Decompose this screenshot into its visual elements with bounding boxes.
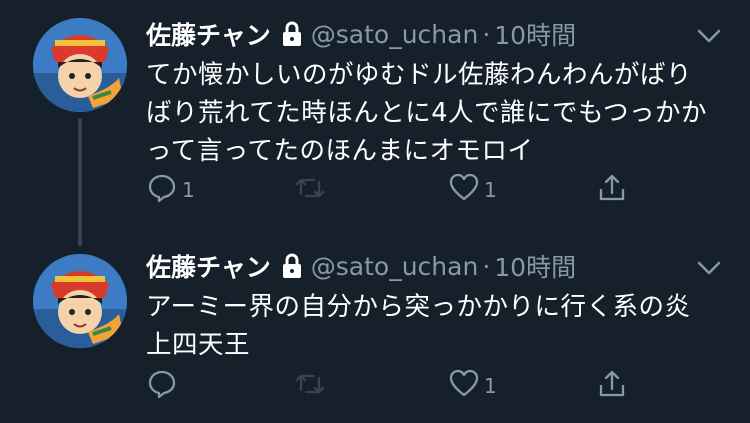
author-name[interactable]: 佐藤チャン xyxy=(146,16,271,52)
tweet-text: てか懐かしいのがゆむドル佐藤わんわんがばり ばり荒れてた時ほんとに4人で誰にでも… xyxy=(146,56,716,170)
tweet-text-line: ばり荒れてた時ほんとに4人で誰にでもつっかか xyxy=(146,98,707,128)
reply-icon xyxy=(146,368,178,404)
tweet-header: 佐藤チャン @sato_uchan · 10時間 xyxy=(146,248,576,284)
thread-line xyxy=(78,118,82,246)
tweet-text: アーミー界の自分から突っかかりに行く系の炎 上四天王 xyxy=(146,288,716,364)
share-icon xyxy=(596,368,628,404)
lock-icon xyxy=(281,21,303,47)
timestamp[interactable]: 10時間 xyxy=(494,248,576,284)
share-button[interactable] xyxy=(596,368,628,404)
lock-icon xyxy=(281,253,303,279)
author-handle[interactable]: @sato_uchan xyxy=(311,20,479,49)
like-button[interactable]: 1 xyxy=(448,172,497,208)
tweet-actions: 1 1 xyxy=(146,172,646,208)
chevron-down-icon[interactable] xyxy=(696,260,722,276)
separator-dot: · xyxy=(482,251,491,281)
tweet-text-line: 上四天王 xyxy=(146,330,251,360)
chevron-down-icon[interactable] xyxy=(696,28,722,44)
tweet[interactable]: 佐藤チャン @sato_uchan · 10時間 アーミー界の自分から突っかかり… xyxy=(0,240,750,423)
like-count: 1 xyxy=(484,374,497,398)
like-count: 1 xyxy=(484,178,497,202)
retweet-button[interactable] xyxy=(294,368,330,404)
tweet-header: 佐藤チャン @sato_uchan · 10時間 xyxy=(146,16,576,52)
heart-icon xyxy=(448,172,480,208)
heart-icon xyxy=(448,368,480,404)
retweet-icon xyxy=(294,368,326,404)
separator-dot: · xyxy=(482,19,491,49)
share-icon xyxy=(596,172,628,208)
avatar[interactable] xyxy=(33,254,127,348)
tweet-text-line: てか懐かしいのがゆむドル佐藤わんわんがばり xyxy=(146,60,693,90)
reply-button[interactable] xyxy=(146,368,182,404)
tweet-actions: 1 xyxy=(146,368,646,404)
avatar[interactable] xyxy=(33,18,127,112)
reply-icon xyxy=(146,172,178,208)
tweet-text-line: アーミー界の自分から突っかかりに行く系の炎 xyxy=(146,292,691,322)
tweet-text-line: って言ってたのほんまにオモロイ xyxy=(146,136,534,166)
tweet[interactable]: 佐藤チャン @sato_uchan · 10時間 てか懐かしいのがゆむドル佐藤わ… xyxy=(0,0,750,246)
author-handle[interactable]: @sato_uchan xyxy=(311,252,479,281)
like-button[interactable]: 1 xyxy=(448,368,497,404)
reply-count: 1 xyxy=(182,178,195,202)
retweet-button[interactable] xyxy=(294,172,330,208)
timestamp[interactable]: 10時間 xyxy=(494,16,576,52)
share-button[interactable] xyxy=(596,172,628,208)
author-name[interactable]: 佐藤チャン xyxy=(146,248,271,284)
retweet-icon xyxy=(294,172,326,208)
reply-button[interactable]: 1 xyxy=(146,172,195,208)
